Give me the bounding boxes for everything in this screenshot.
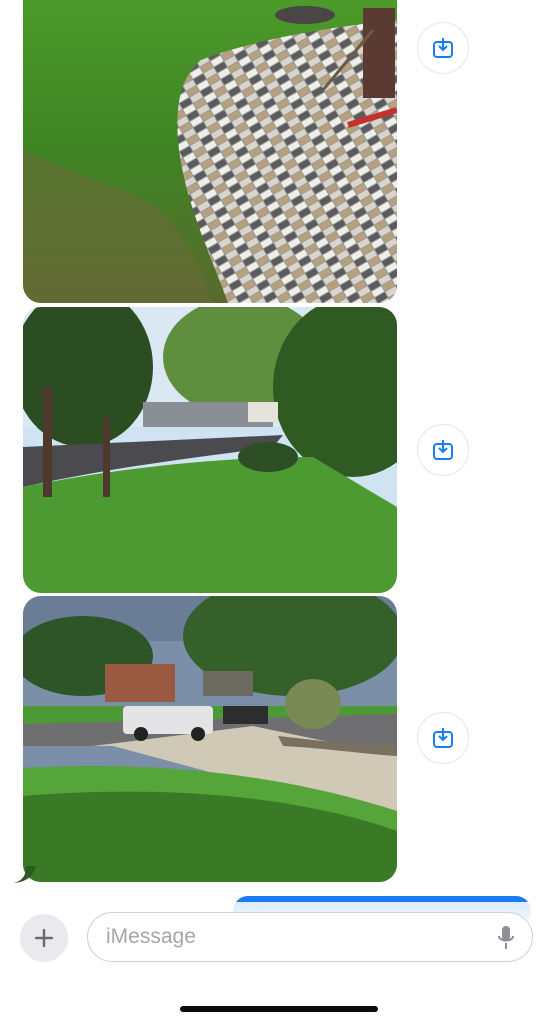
- bubble-tail: [14, 866, 36, 883]
- photo-attachment-street[interactable]: [23, 596, 397, 882]
- front-yard-trees-image: [23, 307, 397, 593]
- photo-attachment-patio[interactable]: [23, 0, 397, 303]
- save-photo-button[interactable]: [417, 712, 469, 764]
- photo-attachment-front-yard[interactable]: [23, 307, 397, 593]
- save-to-photos-icon: [433, 728, 453, 748]
- save-photo-button[interactable]: [417, 424, 469, 476]
- home-indicator[interactable]: [180, 1006, 378, 1012]
- save-to-photos-icon: [433, 38, 453, 58]
- save-photo-button[interactable]: [417, 22, 469, 74]
- yard-street-truck-image: [23, 596, 397, 882]
- message-input[interactable]: iMessage: [87, 912, 533, 962]
- message-thread: [0, 0, 558, 900]
- add-attachment-button[interactable]: [20, 914, 68, 962]
- plus-icon: [34, 928, 54, 948]
- patio-lawn-image: [23, 0, 397, 303]
- message-input-placeholder: iMessage: [106, 925, 196, 948]
- microphone-icon[interactable]: [496, 925, 516, 951]
- save-to-photos-icon: [433, 440, 453, 460]
